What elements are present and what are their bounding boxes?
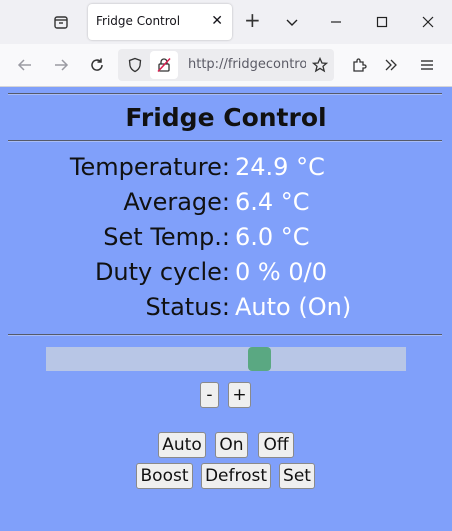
boost-button[interactable]: Boost bbox=[136, 463, 193, 489]
url-bar[interactable]: http://fridgecontrol bbox=[118, 49, 334, 81]
navigation-bar: http://fridgecontrol bbox=[0, 44, 452, 87]
fridge-control-page: Fridge Control Temperature: 24.9 °C Aver… bbox=[0, 87, 452, 531]
page-title: Fridge Control bbox=[125, 103, 327, 132]
back-arrow-icon[interactable] bbox=[14, 54, 36, 76]
set-button[interactable]: Set bbox=[279, 463, 315, 489]
menu-hamburger-icon[interactable] bbox=[416, 54, 438, 76]
duty-cycle-label: Duty cycle: bbox=[94, 258, 230, 286]
url-text[interactable]: http://fridgecontrol bbox=[188, 57, 306, 72]
set-temp-label: Set Temp.: bbox=[103, 223, 230, 251]
close-tab-icon[interactable]: ✕ bbox=[211, 14, 223, 28]
increase-button[interactable]: + bbox=[228, 382, 251, 408]
tab-list-icon[interactable] bbox=[49, 11, 73, 33]
duty-cycle-row: Duty cycle: 0 % 0/0 bbox=[0, 258, 452, 288]
insecure-lock-icon[interactable] bbox=[150, 51, 178, 79]
duty-cycle-value: 0 % 0/0 bbox=[235, 258, 327, 286]
average-label: Average: bbox=[123, 188, 230, 216]
set-temp-row: Set Temp.: 6.0 °C bbox=[0, 223, 452, 253]
browser-tab[interactable]: Fridge Control ✕ bbox=[88, 4, 232, 40]
decrease-button[interactable]: - bbox=[200, 382, 219, 408]
maximize-icon[interactable] bbox=[372, 12, 392, 32]
tab-overflow-chevron-icon[interactable] bbox=[282, 12, 302, 32]
forward-arrow-icon[interactable] bbox=[50, 54, 72, 76]
status-row: Status: Auto (On) bbox=[0, 293, 452, 323]
reload-icon[interactable] bbox=[86, 54, 108, 76]
extensions-icon[interactable] bbox=[348, 54, 370, 76]
minimize-icon[interactable] bbox=[326, 12, 346, 32]
off-button[interactable]: Off bbox=[258, 432, 294, 458]
status-label: Status: bbox=[145, 293, 230, 321]
overflow-chevrons-icon[interactable] bbox=[380, 54, 402, 76]
temperature-value: 24.9 °C bbox=[235, 153, 325, 181]
average-row: Average: 6.4 °C bbox=[0, 188, 452, 218]
status-value: Auto (On) bbox=[235, 293, 352, 321]
shield-icon[interactable] bbox=[124, 54, 146, 76]
on-button[interactable]: On bbox=[215, 432, 248, 458]
set-temp-slider[interactable] bbox=[46, 347, 406, 371]
bookmark-star-icon[interactable] bbox=[309, 54, 331, 76]
auto-button[interactable]: Auto bbox=[158, 432, 206, 458]
controls-divider bbox=[8, 334, 442, 336]
temperature-label: Temperature: bbox=[69, 153, 230, 181]
set-temp-value: 6.0 °C bbox=[235, 223, 310, 251]
defrost-button[interactable]: Defrost bbox=[201, 463, 271, 489]
tab-title: Fridge Control bbox=[96, 14, 181, 28]
new-tab-icon[interactable]: + bbox=[244, 10, 261, 30]
tab-bar: Fridge Control ✕ + bbox=[0, 0, 452, 44]
close-window-icon[interactable] bbox=[418, 12, 438, 32]
top-divider bbox=[8, 93, 442, 95]
temperature-row: Temperature: 24.9 °C bbox=[0, 153, 452, 183]
slider-thumb[interactable] bbox=[248, 347, 271, 371]
title-divider bbox=[8, 140, 442, 142]
average-value: 6.4 °C bbox=[235, 188, 310, 216]
